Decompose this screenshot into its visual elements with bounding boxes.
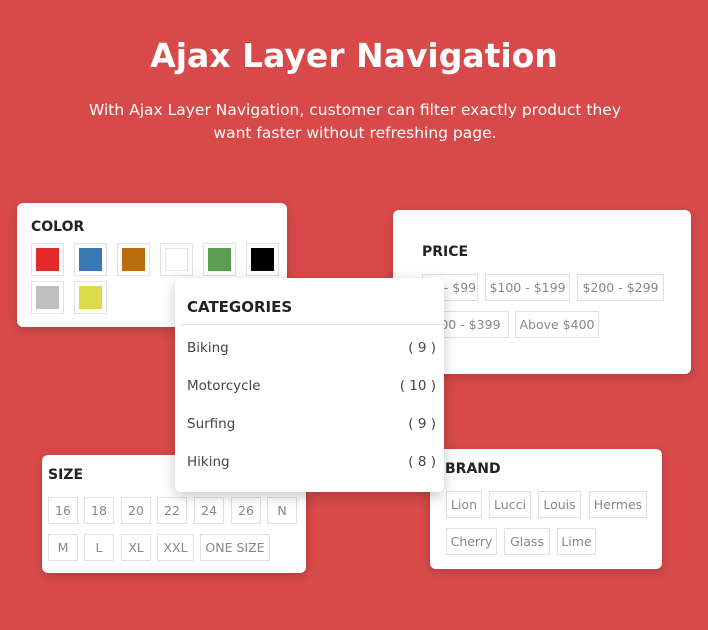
divider: [181, 324, 444, 325]
page-subtitle: With Ajax Layer Navigation, customer can…: [89, 101, 621, 142]
price-option[interactable]: Above $400: [515, 311, 599, 338]
size-option[interactable]: 20: [121, 497, 151, 524]
color-swatch[interactable]: [74, 281, 107, 314]
size-option[interactable]: 16: [48, 497, 78, 524]
category-label: Biking: [187, 340, 229, 356]
category-item-biking[interactable]: Biking ( 9 ): [187, 340, 436, 356]
color-swatch[interactable]: [203, 243, 236, 276]
size-option[interactable]: ONE SIZE: [200, 534, 270, 561]
category-item-surfing[interactable]: Surfing ( 9 ): [187, 416, 436, 432]
brand-option[interactable]: Glass: [504, 528, 550, 555]
brand-option[interactable]: Lime: [557, 528, 596, 555]
category-count: ( 8 ): [408, 454, 436, 470]
size-option[interactable]: XL: [121, 534, 151, 561]
price-title: PRICE: [422, 244, 469, 260]
color-swatch[interactable]: [117, 243, 150, 276]
price-option[interactable]: $100 - $199: [485, 274, 570, 301]
category-count: ( 9 ): [408, 340, 436, 356]
size-title: SIZE: [48, 467, 84, 483]
brand-option[interactable]: Cherry: [446, 528, 497, 555]
color-swatch[interactable]: [74, 243, 107, 276]
brand-filter-card: BRAND Lion Lucci Louis Hermes Cherry Gla…: [430, 449, 662, 569]
size-option[interactable]: M: [48, 534, 78, 561]
size-option[interactable]: 22: [157, 497, 187, 524]
page-title: Ajax Layer Navigation: [150, 36, 558, 75]
brand-option[interactable]: Lucci: [489, 491, 531, 518]
size-option[interactable]: N: [267, 497, 297, 524]
size-option[interactable]: 24: [194, 497, 224, 524]
color-swatch[interactable]: [31, 281, 64, 314]
category-count: ( 9 ): [408, 416, 436, 432]
color-swatch[interactable]: [31, 243, 64, 276]
size-option[interactable]: 18: [84, 497, 114, 524]
brand-option[interactable]: Louis: [538, 491, 581, 518]
categories-title: CATEGORIES: [187, 298, 293, 316]
brand-option[interactable]: Lion: [446, 491, 482, 518]
categories-filter-card: CATEGORIES Biking( 9 ) Motorcycle( 10 ) …: [175, 278, 444, 492]
brand-option[interactable]: Hermes: [589, 491, 647, 518]
price-option[interactable]: $200 - $299: [577, 274, 664, 301]
color-title: COLOR: [31, 219, 85, 235]
category-item-motorcycle[interactable]: Motorcycle ( 10 ): [187, 378, 436, 394]
size-option[interactable]: XXL: [157, 534, 194, 561]
brand-title: BRAND: [445, 461, 501, 477]
category-label: Surfing: [187, 416, 236, 432]
category-count: ( 10 ): [399, 378, 436, 394]
color-swatch[interactable]: [246, 243, 279, 276]
size-option[interactable]: 26: [231, 497, 261, 524]
color-swatch[interactable]: [160, 243, 193, 276]
size-option[interactable]: L: [84, 534, 114, 561]
category-item-hiking[interactable]: Hiking ( 8 ): [187, 454, 436, 470]
category-label: Motorcycle: [187, 378, 261, 394]
category-label: Hiking: [187, 454, 230, 470]
